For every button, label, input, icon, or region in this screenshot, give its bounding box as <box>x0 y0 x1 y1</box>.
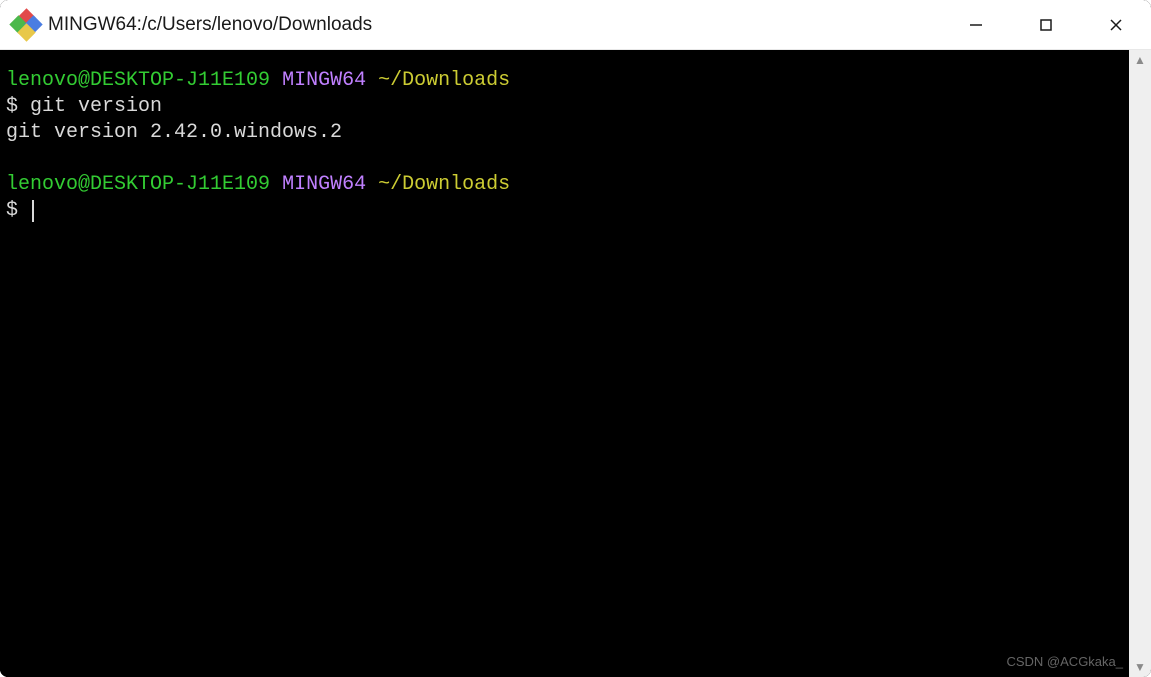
prompt-env: MINGW64 <box>282 173 366 196</box>
maximize-button[interactable] <box>1011 0 1081 49</box>
prompt-user-host: lenovo@DESKTOP-J11E109 <box>6 173 270 196</box>
prompt-user-host: lenovo@DESKTOP-J11E109 <box>6 69 270 92</box>
scroll-up-icon[interactable]: ▲ <box>1134 54 1146 66</box>
prompt-path: ~/Downloads <box>378 173 510 196</box>
titlebar[interactable]: MINGW64:/c/Users/lenovo/Downloads <box>0 0 1151 50</box>
cursor-icon <box>32 200 34 222</box>
window-controls <box>941 0 1151 49</box>
terminal-content[interactable]: lenovo@DESKTOP-J11E109 MINGW64 ~/Downloa… <box>0 50 1129 677</box>
terminal-area: lenovo@DESKTOP-J11E109 MINGW64 ~/Downloa… <box>0 50 1151 677</box>
prompt-path: ~/Downloads <box>378 69 510 92</box>
window-title: MINGW64:/c/Users/lenovo/Downloads <box>48 14 372 36</box>
terminal-window: MINGW64:/c/Users/lenovo/Downloads lenovo… <box>0 0 1151 677</box>
command-output: git version 2.42.0.windows.2 <box>6 121 342 144</box>
minimize-button[interactable] <box>941 0 1011 49</box>
watermark-text: CSDN @ACGkaka_ <box>1006 654 1123 669</box>
prompt-symbol: $ <box>6 95 18 118</box>
close-button[interactable] <box>1081 0 1151 49</box>
prompt-symbol: $ <box>6 199 18 222</box>
prompt-env: MINGW64 <box>282 69 366 92</box>
scroll-down-icon[interactable]: ▼ <box>1134 661 1146 673</box>
git-bash-icon <box>12 11 40 39</box>
scrollbar[interactable]: ▲ ▼ <box>1129 50 1151 677</box>
command-text: git version <box>30 95 162 118</box>
